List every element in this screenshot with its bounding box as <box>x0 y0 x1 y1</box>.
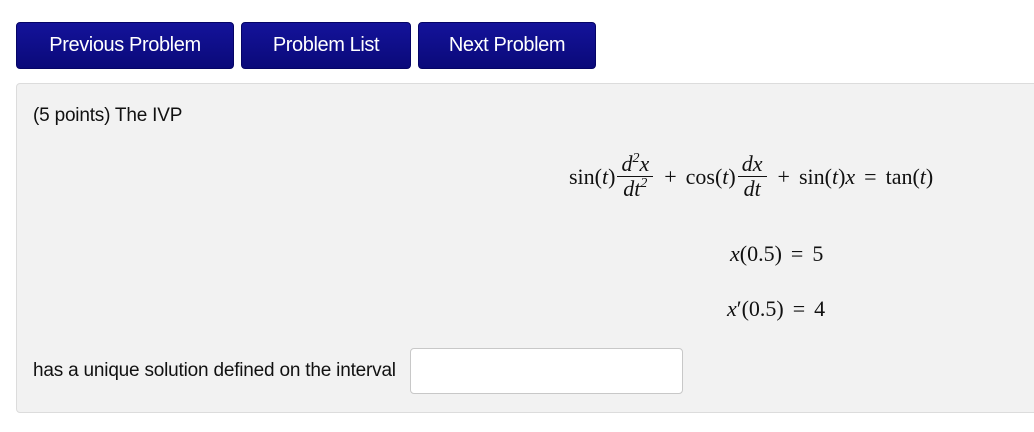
ic2-value: 4 <box>814 296 826 321</box>
second-derivative-fraction: d2x dt2 <box>617 152 654 201</box>
problem-panel: (5 points) The IVP sin(t) d2x dt2 + cos(… <box>16 83 1034 413</box>
tan-term: tan(t) <box>886 164 934 190</box>
second-derivative-numerator: d2x <box>617 152 653 176</box>
tan-function: tan( <box>885 163 920 189</box>
previous-problem-button[interactable]: Previous Problem <box>16 22 234 69</box>
interval-answer-input[interactable] <box>409 348 683 394</box>
answer-row: has a unique solution defined on the int… <box>33 348 683 394</box>
ic1-variable: x <box>730 241 740 266</box>
ic1-equals: = <box>790 241 804 266</box>
sin-term-2: sin(t)x <box>799 164 855 190</box>
denominator-exponent: 2 <box>640 176 648 191</box>
first-derivative-denominator: dt <box>743 176 761 201</box>
problem-navigation: Previous Problem Problem List Next Probl… <box>16 22 596 69</box>
denominator-dt: dt <box>623 176 641 201</box>
close-paren-2: ) <box>728 163 736 189</box>
ic2-variable: x <box>727 296 737 321</box>
variable-x: x <box>845 163 856 189</box>
answer-label: has a unique solution defined on the int… <box>33 360 396 381</box>
first-derivative-numerator: dx <box>741 151 763 176</box>
sin-function-1: sin( <box>569 163 602 189</box>
next-problem-button[interactable]: Next Problem <box>418 22 596 69</box>
equals-operator: = <box>864 163 877 189</box>
first-derivative-fraction: dx dt <box>737 151 767 201</box>
numerator-x: x <box>639 151 650 176</box>
plus-operator-2: + <box>777 163 790 189</box>
sin-function-2: sin( <box>798 163 832 189</box>
ic1-value: 5 <box>812 241 824 266</box>
problem-list-button[interactable]: Problem List <box>241 22 411 69</box>
initial-condition-velocity: x′(0.5) = 4 <box>727 296 825 322</box>
close-paren-1: ) <box>608 163 616 189</box>
ivp-differential-equation: sin(t) d2x dt2 + cos(t) dx dt + sin(t)x … <box>569 152 933 201</box>
cos-term: cos(t) <box>686 164 736 190</box>
second-derivative-denominator: dt2 <box>619 177 651 201</box>
close-paren-4: ) <box>925 163 934 189</box>
ic2-argument: (0.5) <box>741 296 784 321</box>
initial-condition-position: x(0.5) = 5 <box>730 241 823 267</box>
cos-function: cos( <box>685 163 723 189</box>
ic1-argument: (0.5) <box>739 241 782 266</box>
numerator-d: d <box>621 151 633 176</box>
problem-intro: (5 points) The IVP <box>33 105 183 126</box>
sin-term-1: sin(t) <box>569 164 615 190</box>
ic2-equals: = <box>792 296 806 321</box>
plus-operator-1: + <box>664 163 677 189</box>
